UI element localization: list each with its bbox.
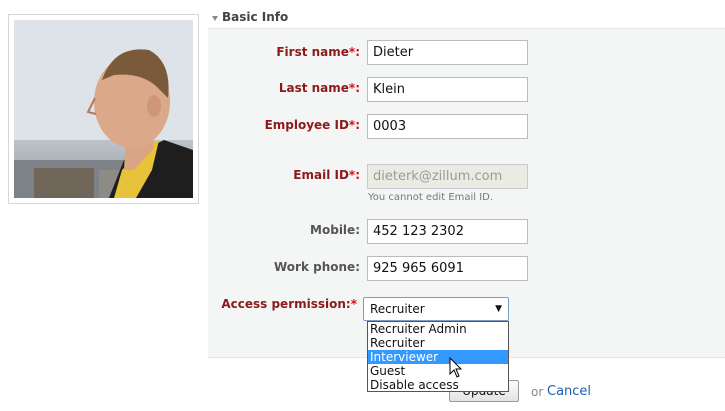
last-name-label: Last name*: (278, 81, 360, 95)
dropdown-arrow-icon[interactable]: ▼ (495, 298, 502, 320)
mobile-input[interactable]: 452 123 2302 (367, 219, 528, 244)
work-phone-label: Work phone: (274, 260, 360, 274)
email-input: dieterk@zillum.com (367, 164, 528, 189)
or-text: or (531, 385, 544, 399)
first-name-input[interactable]: Dieter (367, 40, 528, 65)
employee-id-input[interactable]: 0003 (367, 114, 528, 139)
work-phone-input[interactable]: 925 965 6091 (367, 256, 528, 281)
mouse-cursor-icon (449, 357, 463, 378)
mobile-label: Mobile: (310, 223, 360, 237)
profile-photo-image (14, 20, 193, 198)
access-permission-select[interactable]: Recruiter ▼ (363, 297, 509, 321)
email-hint: You cannot edit Email ID. (368, 192, 494, 203)
option-recruiter[interactable]: Recruiter (368, 336, 508, 350)
email-label: Email ID*: (293, 168, 360, 182)
profile-photo (14, 20, 193, 198)
option-interviewer[interactable]: Interviewer (368, 350, 508, 364)
basic-info-header[interactable]: Basic Info (208, 8, 725, 29)
section-title: Basic Info (222, 10, 289, 24)
option-recruiter-admin[interactable]: Recruiter Admin (368, 322, 508, 336)
profile-photo-frame (8, 14, 199, 204)
option-disable-access[interactable]: Disable access (368, 378, 508, 392)
employee-id-label: Employee ID*: (264, 118, 360, 132)
access-permission-selected: Recruiter (370, 302, 425, 316)
last-name-input[interactable]: Klein (367, 77, 528, 102)
cancel-link[interactable]: Cancel (547, 384, 591, 399)
option-guest[interactable]: Guest (368, 364, 508, 378)
first-name-label: First name*: (276, 45, 360, 59)
access-permission-label: Access permission:* (221, 297, 357, 311)
access-permission-dropdown[interactable]: Recruiter Admin Recruiter Interviewer Gu… (367, 321, 509, 392)
collapse-triangle-icon[interactable] (212, 16, 218, 21)
